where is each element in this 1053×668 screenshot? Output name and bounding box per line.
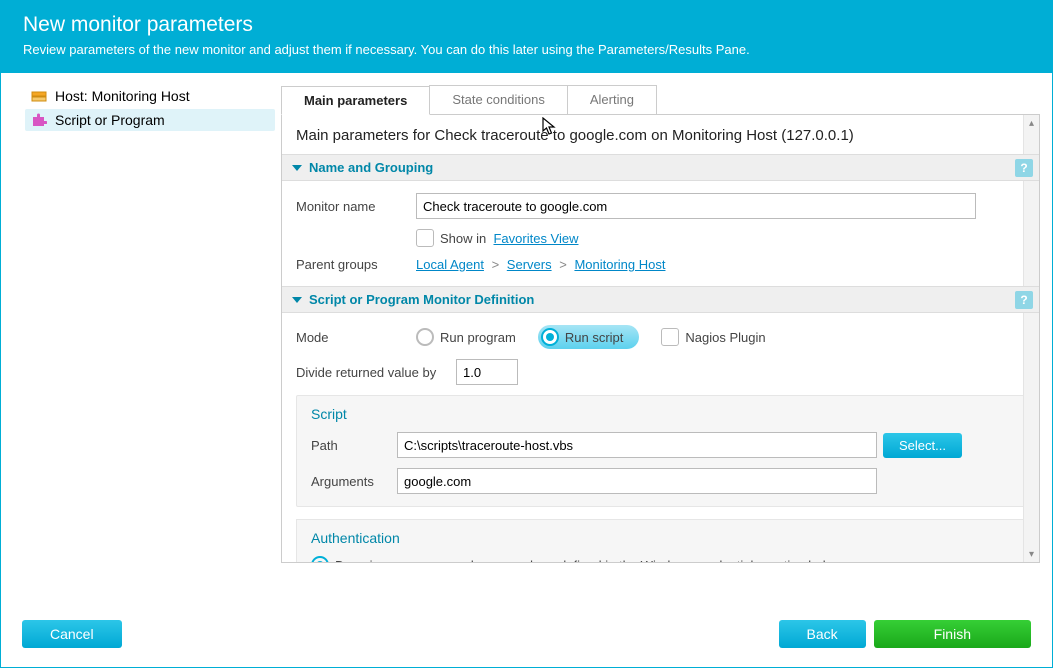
tab-state-conditions[interactable]: State conditions bbox=[429, 85, 568, 114]
section-script-definition[interactable]: Script or Program Monitor Definition ? bbox=[282, 286, 1039, 313]
sidebar-item-label: Host: Monitoring Host bbox=[55, 88, 190, 104]
puzzle-icon bbox=[31, 112, 47, 128]
path-label: Path bbox=[311, 438, 397, 453]
show-in-label: Show in bbox=[440, 231, 486, 246]
chevron-right-icon: > bbox=[492, 257, 500, 272]
sidebar-item-label: Script or Program bbox=[55, 112, 165, 128]
mode-label: Mode bbox=[296, 330, 416, 345]
mode-nagios-plugin-radio[interactable]: Nagios Plugin bbox=[661, 328, 765, 346]
favorites-view-link[interactable]: Favorites View bbox=[493, 231, 578, 246]
tab-bar: Main parameters State conditions Alertin… bbox=[281, 85, 1040, 115]
arguments-label: Arguments bbox=[311, 474, 397, 489]
help-icon[interactable]: ? bbox=[1015, 291, 1033, 309]
script-arguments-input[interactable] bbox=[397, 468, 877, 494]
monitor-name-input[interactable] bbox=[416, 193, 976, 219]
sidebar-item-host[interactable]: Host: Monitoring Host bbox=[25, 85, 275, 107]
section-title: Name and Grouping bbox=[309, 160, 433, 175]
scroll-up-arrow-icon[interactable]: ▴ bbox=[1026, 117, 1038, 129]
caret-down-icon bbox=[292, 165, 302, 171]
monitor-name-label: Monitor name bbox=[296, 199, 416, 214]
mode-run-program-radio[interactable]: Run program bbox=[416, 328, 516, 346]
script-subsection: Script Path Select... Arguments bbox=[296, 395, 1025, 507]
sidebar-item-script[interactable]: Script or Program bbox=[25, 109, 275, 131]
radio-label: Domain, user name and password are defin… bbox=[335, 558, 842, 564]
divide-label: Divide returned value by bbox=[296, 365, 456, 380]
cancel-button[interactable]: Cancel bbox=[22, 620, 122, 648]
select-path-button[interactable]: Select... bbox=[883, 433, 962, 458]
auth-title: Authentication bbox=[311, 530, 1010, 546]
radio-label: Run program bbox=[440, 330, 516, 345]
caret-down-icon bbox=[292, 297, 302, 303]
scroll-down-arrow-icon[interactable]: ▾ bbox=[1026, 548, 1038, 560]
radio-label: Run script bbox=[565, 330, 624, 345]
radio-label: Nagios Plugin bbox=[685, 330, 765, 345]
tab-alerting[interactable]: Alerting bbox=[567, 85, 657, 114]
show-in-favorites-checkbox[interactable] bbox=[416, 229, 434, 247]
main-parameters-panel: ▴ ▾ Main parameters for Check traceroute… bbox=[281, 115, 1040, 563]
wizard-steps-sidebar: Host: Monitoring Host Script or Program bbox=[1, 73, 281, 573]
vertical-scrollbar[interactable]: ▴ ▾ bbox=[1023, 115, 1039, 562]
breadcrumb-local-agent[interactable]: Local Agent bbox=[416, 257, 484, 272]
auth-windows-credentials-radio[interactable]: Domain, user name and password are defin… bbox=[311, 556, 842, 563]
breadcrumb-servers[interactable]: Servers bbox=[507, 257, 552, 272]
page-subtitle: Review parameters of the new monitor and… bbox=[23, 41, 1030, 59]
wizard-header: New monitor parameters Review parameters… bbox=[1, 1, 1052, 73]
mode-run-script-radio[interactable]: Run script bbox=[538, 325, 640, 349]
divide-value-input[interactable] bbox=[456, 359, 518, 385]
chevron-right-icon: > bbox=[559, 257, 567, 272]
finish-button[interactable]: Finish bbox=[874, 620, 1031, 648]
tab-main-parameters[interactable]: Main parameters bbox=[281, 86, 430, 115]
script-path-input[interactable] bbox=[397, 432, 877, 458]
breadcrumb-monitoring-host[interactable]: Monitoring Host bbox=[574, 257, 665, 272]
parent-groups-label: Parent groups bbox=[296, 257, 416, 272]
page-title: New monitor parameters bbox=[23, 13, 1030, 37]
panel-heading: Main parameters for Check traceroute to … bbox=[282, 115, 1039, 154]
section-title: Script or Program Monitor Definition bbox=[309, 292, 534, 307]
authentication-subsection: Authentication Domain, user name and pas… bbox=[296, 519, 1025, 563]
help-icon[interactable]: ? bbox=[1015, 159, 1033, 177]
back-button[interactable]: Back bbox=[779, 620, 866, 648]
script-title: Script bbox=[311, 406, 1010, 422]
section-name-and-grouping[interactable]: Name and Grouping ? bbox=[282, 154, 1039, 181]
wizard-footer: Cancel Back Finish bbox=[0, 604, 1053, 668]
host-icon bbox=[31, 88, 47, 104]
